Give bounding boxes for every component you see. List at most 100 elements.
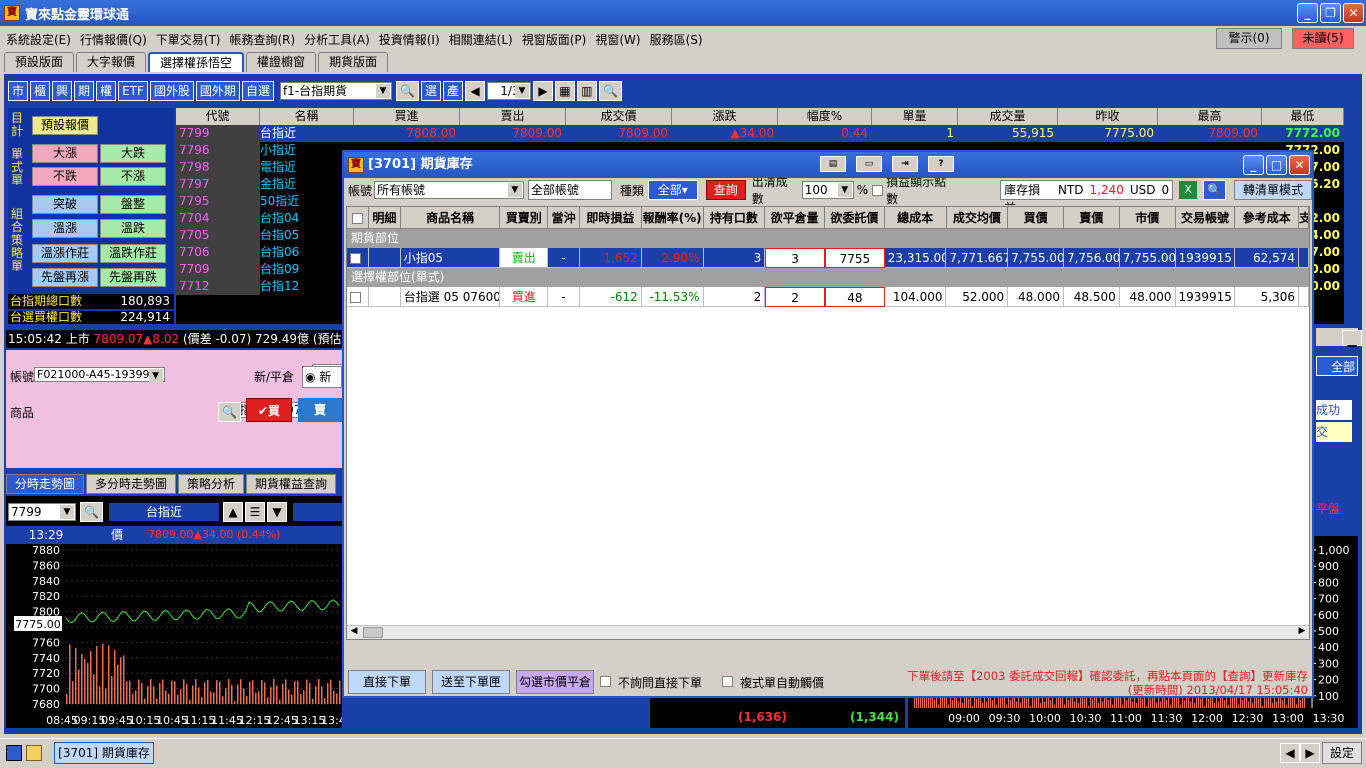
menu-item-2[interactable]: 下單交易(T) <box>156 31 221 48</box>
chart-tab-3[interactable]: 期貨權益查詢 <box>246 474 337 494</box>
menu-item-3[interactable]: 帳務查詢(R) <box>229 31 295 48</box>
dialog-kind-select[interactable]: 全部▾ <box>647 180 698 200</box>
panel-restore-icon[interactable]: ▁ <box>1342 330 1362 347</box>
menu-item-1[interactable]: 行情報價(Q) <box>80 31 147 48</box>
sell-button[interactable]: 賣 <box>298 398 342 422</box>
chart-code-select[interactable]: 7799 <box>8 503 76 521</box>
grid-col-7[interactable]: 欲平倉量 <box>765 207 826 229</box>
minimize-button[interactable]: _ <box>1297 3 1318 23</box>
dialog-minimize-button[interactable]: _ <box>1243 155 1264 175</box>
dialog-help-icon[interactable]: ? <box>928 156 954 172</box>
symbol-select[interactable]: f1-台指期貨 <box>279 82 392 100</box>
restore-button[interactable]: ❐ <box>1320 3 1341 23</box>
scroll-right-icon[interactable]: ▶ <box>1295 626 1309 639</box>
quote-col-3[interactable]: 賣出 <box>460 108 566 125</box>
warning-button[interactable]: 警示(0) <box>1216 28 1282 49</box>
row-detail[interactable] <box>368 287 401 307</box>
columns-icon[interactable]: ▥ <box>576 81 597 101</box>
strategy-button-8[interactable]: 溫漲作莊 <box>32 244 98 263</box>
layout-tab-2[interactable]: 選擇權孫悟空 <box>148 52 245 72</box>
layout-tab-3[interactable]: 權證櫥窗 <box>246 52 317 72</box>
select-all-checkbox[interactable] <box>347 207 369 229</box>
grid-col-10[interactable]: 成交均價 <box>946 207 1009 229</box>
menu-item-4[interactable]: 分析工具(A) <box>304 31 370 48</box>
market-button-8[interactable]: 自選 <box>241 81 274 101</box>
dialog-account-select[interactable]: 所有帳號 <box>374 181 524 199</box>
buy-button[interactable]: ✔買 <box>246 398 292 422</box>
chart-up-icon[interactable]: ▲ <box>222 502 243 522</box>
quote-col-9[interactable]: 昨收 <box>1058 108 1158 125</box>
strategy-button-5[interactable]: 盤整 <box>100 195 166 214</box>
row-checkbox[interactable] <box>347 248 369 268</box>
quote-col-4[interactable]: 成交價 <box>566 108 672 125</box>
menu-item-9[interactable]: 服務區(S) <box>650 31 703 48</box>
radio-new[interactable]: ◉ 新 <box>302 366 342 388</box>
grid-col-16[interactable]: 支 <box>1299 207 1309 229</box>
inventory-row-options[interactable]: 台指選 05 07600 P買進--612-11.53%2248104.0005… <box>347 287 1309 307</box>
chart-down-icon[interactable]: ▼ <box>266 502 287 522</box>
grid-col-9[interactable]: 總成本 <box>884 207 947 229</box>
horizontal-scrollbar[interactable]: ◀ ▶ <box>347 625 1309 639</box>
menu-item-8[interactable]: 視窗(W) <box>595 31 640 48</box>
row-price[interactable]: 48 <box>824 287 885 307</box>
quote-col-2[interactable]: 買進 <box>354 108 460 125</box>
product-search-icon[interactable]: 🔍 <box>218 402 241 422</box>
grid-col-8[interactable]: 欲委託價 <box>825 207 885 229</box>
dialog-tool-icon-2[interactable]: ▭ <box>856 156 882 172</box>
preset-quote-button[interactable]: 預設報價 <box>32 116 98 135</box>
menu-item-7[interactable]: 視窗版面(P) <box>522 31 587 48</box>
market-button-1[interactable]: 櫃 <box>30 81 51 101</box>
grid-col-4[interactable]: 即時損益 <box>580 207 642 229</box>
strategy-button-10[interactable]: 先盤再漲 <box>32 268 98 287</box>
settings-button[interactable]: 設定 <box>1322 742 1362 764</box>
desktop-icon[interactable] <box>6 745 22 761</box>
market-button-5[interactable]: ETF <box>118 81 148 101</box>
dialog-maximize-button[interactable]: □ <box>1266 155 1287 175</box>
market-button-7[interactable]: 國外期 <box>195 81 240 101</box>
auto-trigger-checkbox[interactable] <box>722 676 733 687</box>
direct-order-button[interactable]: 直接下單 <box>348 670 426 694</box>
strategy-button-1[interactable]: 大跌 <box>100 144 166 163</box>
clear-ratio-select[interactable]: 100 <box>801 181 854 199</box>
quote-col-6[interactable]: 幅度% <box>778 108 872 125</box>
search-icon[interactable]: 🔍 <box>395 81 419 101</box>
market-button-0[interactable]: 市 <box>8 81 29 101</box>
market-button-6[interactable]: 國外股 <box>149 81 194 101</box>
grid-col-6[interactable]: 持有口數 <box>703 207 766 229</box>
market-button-2[interactable]: 興 <box>52 81 73 101</box>
menu-item-6[interactable]: 相關連結(L) <box>449 31 513 48</box>
market-button-3[interactable]: 期 <box>74 81 95 101</box>
scroll-thumb[interactable] <box>363 627 383 638</box>
chart-search-icon[interactable]: 🔍 <box>80 502 103 522</box>
send-to-box-button[interactable]: 送至下單匣 <box>432 670 510 694</box>
next-page-icon[interactable]: ▶ <box>532 81 553 101</box>
dialog-tool-icon-1[interactable]: ▤ <box>820 156 846 172</box>
strategy-button-3[interactable]: 不漲 <box>100 167 166 186</box>
no-ask-checkbox[interactable] <box>600 676 611 687</box>
quote-col-11[interactable]: 最低 <box>1262 108 1344 125</box>
unread-button[interactable]: 未讀(5) <box>1292 28 1354 49</box>
grid-col-12[interactable]: 賣價 <box>1064 207 1120 229</box>
status-prev-icon[interactable]: ◀ <box>1280 743 1300 763</box>
grid-col-0[interactable]: 明細 <box>368 207 401 229</box>
close-button[interactable]: ✕ <box>1343 3 1364 23</box>
strategy-button-11[interactable]: 先盤再跌 <box>100 268 166 287</box>
grid-col-11[interactable]: 買價 <box>1008 207 1065 229</box>
row-detail[interactable] <box>368 248 401 268</box>
dialog-account-all[interactable]: 全部帳號 <box>527 180 612 200</box>
grid-col-14[interactable]: 交易帳號 <box>1175 207 1236 229</box>
dialog-tool-icon-3[interactable]: ⇥ <box>892 156 918 172</box>
grid-col-1[interactable]: 商品名稱 <box>400 207 501 229</box>
row-close-qty[interactable]: 3 <box>765 248 825 268</box>
grid-col-2[interactable]: 買賣別 <box>500 207 549 229</box>
chart-list-icon[interactable]: ☰ <box>244 502 265 522</box>
quote-col-5[interactable]: 漲跌 <box>672 108 778 125</box>
grid-col-13[interactable]: 市價 <box>1119 207 1176 229</box>
quote-col-1[interactable]: 名稱 <box>260 108 354 125</box>
menu-item-0[interactable]: 系統設定(E) <box>6 31 71 48</box>
strategy-button-7[interactable]: 溫跌 <box>100 219 166 238</box>
chart-tab-2[interactable]: 策略分析 <box>178 474 245 494</box>
quote-row[interactable]: 7799 台指近 7808.00 7809.00 7809.00 ▲34.00 0.44 1 5… <box>176 125 1344 142</box>
dialog-search-icon[interactable]: 🔍 <box>1203 180 1227 200</box>
grid-col-5[interactable]: 報酬率(%) <box>641 207 704 229</box>
